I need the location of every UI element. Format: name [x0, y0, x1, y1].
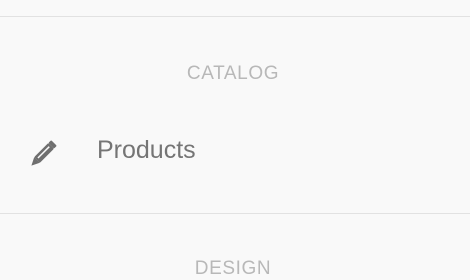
section-title-catalog: CATALOG: [186, 63, 280, 84]
section-divider: [0, 213, 470, 214]
sidebar-item-products[interactable]: Products: [0, 122, 470, 182]
sidebar-item-label: Products: [97, 136, 196, 164]
section-title-design: DESIGN: [194, 258, 272, 279]
top-divider: [0, 16, 470, 17]
pencil-icon: [24, 137, 60, 173]
